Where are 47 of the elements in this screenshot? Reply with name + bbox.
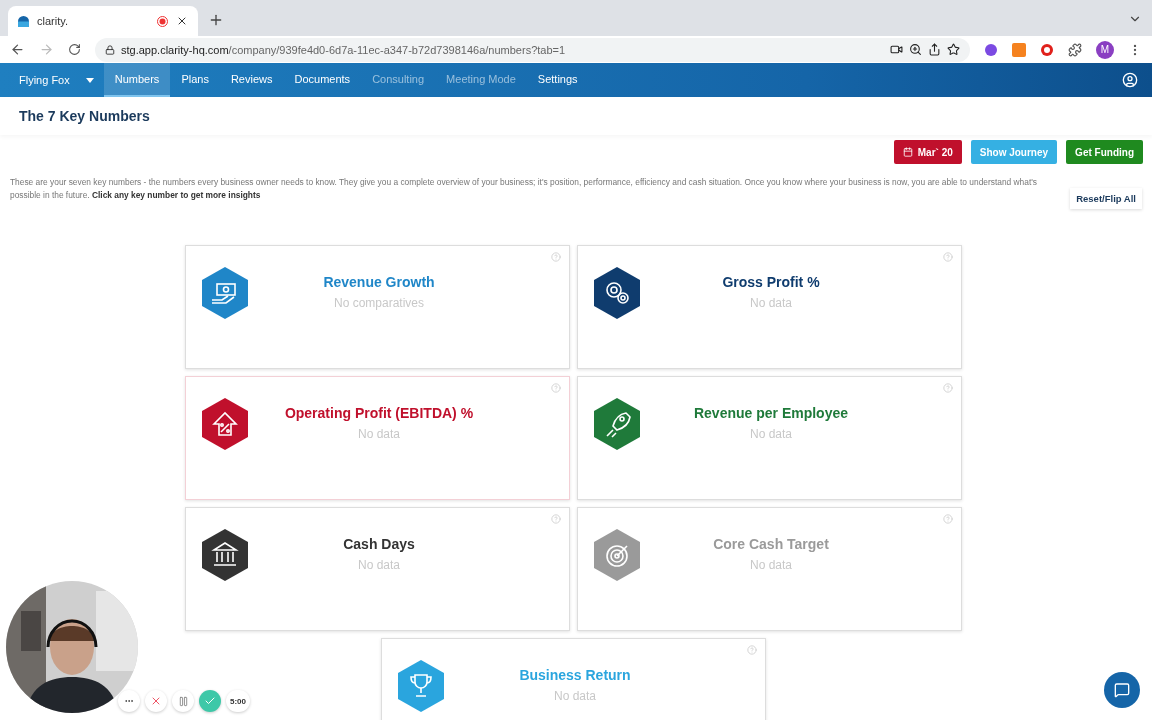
address-bar[interactable]: stg.app.clarity-hq.com/company/939fe4d0-6d7a-11ec-a347-b72d7398146a/numbers?tab=1 — [95, 37, 970, 62]
zoom-icon[interactable] — [909, 43, 922, 56]
camera-icon[interactable] — [890, 43, 903, 56]
close-icon[interactable] — [176, 15, 188, 27]
nav-tab[interactable]: Plans — [170, 63, 220, 97]
pause-icon — [177, 695, 189, 707]
card-title: Operating Profit (EBITDA) % — [284, 405, 474, 421]
page-title: The 7 Key Numbers — [19, 108, 150, 124]
cancel-button[interactable] — [145, 690, 167, 712]
clarity-logo-icon — [18, 15, 29, 27]
card-title: Gross Profit % — [722, 274, 820, 290]
nav-tab[interactable]: Numbers — [103, 63, 171, 97]
lock-icon — [105, 44, 115, 55]
url-text: stg.app.clarity-hq.com/company/939fe4d0-6d7a-11ec-a347-b72d7398146a/numbers?tab=1 — [121, 43, 566, 56]
check-icon — [204, 695, 216, 707]
bookmark-star-icon[interactable] — [947, 43, 960, 56]
nav-tab[interactable]: Reviews — [219, 63, 284, 97]
card-title: Cash Days — [343, 536, 415, 552]
nav-tab[interactable]: Settings — [526, 63, 589, 97]
extensions-puzzle-icon[interactable] — [1068, 42, 1082, 57]
calendar-icon — [902, 147, 913, 157]
card-title: Core Cash Target — [713, 536, 829, 552]
caret-icon — [85, 77, 94, 83]
card-title: Revenue per Employee — [693, 405, 849, 421]
pause-button[interactable] — [172, 690, 194, 712]
chat-icon — [1114, 682, 1130, 698]
reload-icon[interactable] — [68, 43, 81, 56]
close-icon — [150, 695, 162, 707]
user-account-icon[interactable] — [1122, 72, 1138, 88]
new-tab-icon[interactable] — [208, 12, 224, 28]
action-button[interactable]: Show Journey — [970, 140, 1058, 164]
chat-button[interactable] — [1104, 672, 1140, 708]
recording-icon — [157, 15, 168, 27]
card-title: Revenue Growth — [323, 274, 435, 290]
card-title: Business Return — [519, 667, 631, 683]
date-picker-button[interactable]: Mar` 20 — [893, 140, 962, 164]
nav-tab[interactable]: Documents — [283, 63, 362, 97]
profile-avatar[interactable]: M — [1096, 40, 1114, 59]
share-icon[interactable] — [928, 43, 941, 56]
company-dropdown[interactable]: Flying Fox — [19, 63, 104, 97]
description-text: These are your seven key numbers - the numbers every business owner needs to know. They give you a complete overview of your business; it's position, performance, efficiency and cash situation. Once you know where your business is now, you are able to understand what's possible in the future. Click any key number to get more insights — [10, 176, 1039, 202]
timer-button[interactable]: 5:00 — [226, 690, 250, 712]
back-icon[interactable] — [10, 42, 25, 57]
action-button[interactable]: Get Funding — [1066, 140, 1143, 164]
browser-tab[interactable]: clarity. — [8, 6, 198, 36]
tab-title: clarity. — [37, 15, 69, 27]
reset-flip-button[interactable]: Reset/Flip All — [1070, 188, 1142, 209]
